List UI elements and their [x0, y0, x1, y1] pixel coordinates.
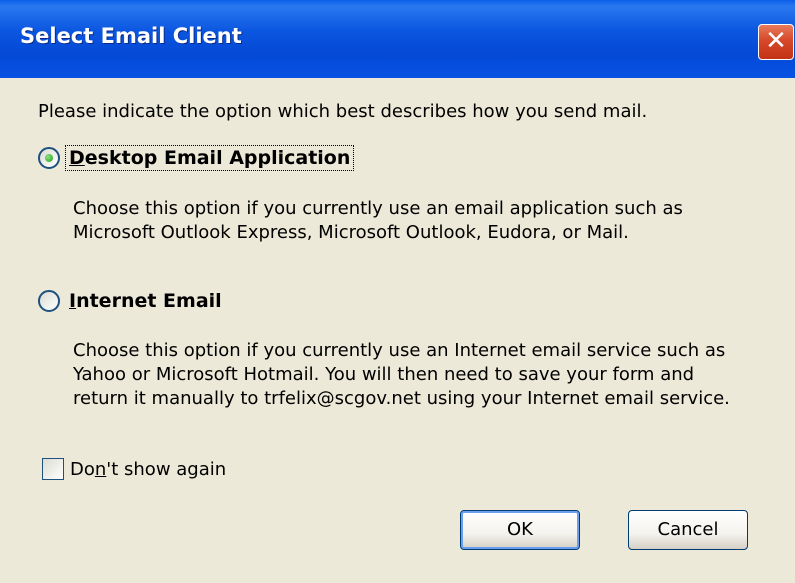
option-desktop-desc-line: Choose this option if you currently use …: [73, 198, 683, 219]
dont-show-again-row[interactable]: Don't show again: [42, 458, 226, 480]
dialog-window: Select Email Client ✕ Please indicate th…: [0, 0, 795, 583]
accelerator-key: D: [69, 147, 85, 169]
option-internet-desc-line: return it manually to trfelix@scgov.net …: [73, 388, 730, 409]
option-internet-desc-line: Choose this option if you currently use …: [73, 340, 726, 361]
option-label-rest: nternet Email: [76, 290, 222, 312]
title-bar[interactable]: Select Email Client ✕: [0, 0, 795, 78]
dont-show-again-checkbox[interactable]: [42, 458, 64, 480]
radio-internet-email[interactable]: [38, 290, 60, 312]
option-internet-email[interactable]: Internet Email: [38, 289, 225, 313]
label-part: Do: [70, 458, 95, 480]
option-desktop-email-label[interactable]: Desktop Email Application: [64, 145, 355, 171]
option-internet-email-label[interactable]: Internet Email: [66, 289, 225, 313]
option-desktop-desc-line: Microsoft Outlook Express, Microsoft Out…: [73, 222, 629, 243]
radio-selected-dot: [45, 154, 53, 162]
option-internet-desc-line: Yahoo or Microsoft Hotmail. You will the…: [73, 364, 695, 385]
ok-button[interactable]: OK: [460, 510, 580, 550]
accelerator-key: n: [94, 458, 107, 480]
window-title: Select Email Client: [20, 24, 242, 48]
radio-desktop-email[interactable]: [38, 147, 60, 169]
label-part: 't show again: [106, 458, 227, 480]
close-icon[interactable]: ✕: [758, 24, 794, 60]
cancel-button[interactable]: Cancel: [628, 510, 748, 550]
dialog-content: Please indicate the option which best de…: [0, 78, 795, 583]
prompt-text: Please indicate the option which best de…: [38, 101, 648, 122]
option-label-rest: esktop Email Application: [84, 147, 351, 169]
option-desktop-email[interactable]: Desktop Email Application: [38, 145, 355, 171]
dont-show-again-label[interactable]: Don't show again: [70, 459, 226, 480]
